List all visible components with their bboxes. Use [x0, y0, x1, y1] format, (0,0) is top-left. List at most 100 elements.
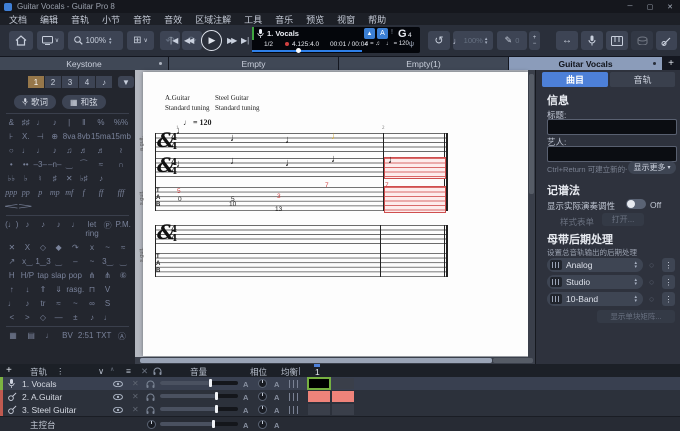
tab-number[interactable]: 5 — [177, 188, 181, 195]
palette-symbol[interactable]: ♩ — [33, 118, 48, 127]
count-in-icon[interactable]: ! — [391, 29, 393, 36]
palette-symbol[interactable]: ‿ — [62, 160, 77, 169]
show-pedalboard-button[interactable]: 显示单块矩阵... — [597, 310, 675, 323]
palette-symbol[interactable]: ♩ — [4, 299, 20, 308]
palette-symbol[interactable]: –n– — [47, 160, 61, 169]
palette-symbol[interactable]: H/P — [20, 271, 36, 280]
volume-slider[interactable] — [160, 394, 238, 398]
palette-symbol[interactable]: ▦ — [4, 331, 22, 342]
voice-1-button[interactable]: 1 — [28, 76, 44, 88]
pan-automation[interactable]: A — [274, 406, 279, 415]
horizontal-scrollbar[interactable] — [135, 357, 535, 364]
tab-number[interactable]: 7 — [325, 182, 329, 189]
tempo-button[interactable]: ♩ 100% ▴▾ — [453, 31, 493, 50]
kebab-menu[interactable]: ⋮ — [662, 275, 675, 289]
menu-item[interactable]: 视窗 — [337, 13, 355, 26]
new-tab-button[interactable]: + — [663, 57, 680, 70]
palette-symbol[interactable]: ff — [91, 188, 111, 197]
pan-knob[interactable] — [258, 379, 267, 388]
palette-symbol[interactable]: ⊕ — [47, 132, 61, 141]
chords-button[interactable]: ▦ 和弦 — [62, 95, 106, 109]
palette-symbol[interactable]: 3‿ — [100, 257, 116, 266]
tuning-a-toggle[interactable]: A — [377, 28, 388, 39]
palette-symbol[interactable]: ∞ — [84, 299, 100, 308]
tuner-button[interactable] — [656, 31, 677, 50]
close-button[interactable]: ✕ — [660, 0, 680, 13]
palette-symbol[interactable]: rasg. — [66, 285, 84, 294]
fx-selector[interactable]: 10-Band ▴▾ — [547, 292, 643, 306]
palette-symbol[interactable]: ♩ — [40, 331, 58, 342]
measure-cell[interactable] — [332, 404, 354, 415]
tab-song[interactable]: 曲目 — [542, 72, 608, 87]
palette-symbol[interactable]: ♩ — [33, 146, 48, 155]
progress-bar[interactable] — [252, 50, 362, 52]
artist-input[interactable] — [547, 146, 677, 162]
palette-symbol[interactable]: & — [4, 118, 18, 127]
scrollbar-thumb[interactable] — [529, 74, 534, 194]
master-pan-automation[interactable]: A — [274, 421, 279, 430]
palette-symbol[interactable]: ‿ — [115, 257, 131, 266]
value-stepper[interactable]: +− — [529, 31, 540, 50]
palette-symbol[interactable] — [47, 202, 61, 211]
palette-symbol[interactable]: ◆ — [51, 243, 67, 252]
fx-selector[interactable]: Analog ▴▾ — [547, 258, 643, 272]
headphones-icon[interactable] — [153, 367, 162, 375]
list-icon[interactable]: ≡ — [126, 366, 131, 376]
palette-symbol[interactable]: 1‿3 — [35, 257, 51, 266]
tab-number[interactable]: 10 — [229, 201, 236, 208]
minimize-button[interactable]: ─ — [620, 0, 640, 13]
palette-symbol[interactable]: ~ — [84, 257, 100, 266]
headphones-icon[interactable] — [146, 380, 155, 388]
palette-symbol[interactable]: ◇ — [35, 313, 51, 322]
skip-start-button[interactable]: |◀ — [170, 36, 178, 45]
power-icon[interactable]: ○ — [649, 260, 654, 270]
palette-symbol[interactable]: < — [4, 313, 20, 322]
palette-symbol[interactable]: % — [91, 118, 111, 127]
vocal-mode-button[interactable] — [581, 31, 603, 50]
palette-symbol[interactable]: ⊣ — [33, 132, 48, 141]
kebab-menu[interactable]: ⋮ — [662, 258, 675, 272]
master-row[interactable]: 主控台 A A — [0, 416, 680, 431]
palette-symbol[interactable]: ♯ — [47, 174, 61, 183]
drum-view-button[interactable] — [631, 31, 653, 50]
pan-knob[interactable] — [258, 392, 267, 401]
palette-symbol[interactable]: •• — [18, 160, 33, 169]
concert-pitch-toggle[interactable] — [626, 199, 646, 209]
master-gain-knob[interactable] — [147, 420, 156, 429]
palette-symbol[interactable] — [91, 202, 111, 211]
palette-symbol[interactable]: Χ — [20, 243, 36, 252]
eq-sliders-icon[interactable] — [289, 393, 299, 401]
palette-symbol[interactable]: BV — [58, 331, 76, 342]
palette-symbol[interactable] — [62, 202, 77, 211]
note[interactable]: ♩ — [176, 158, 187, 170]
palette-symbol[interactable]: p — [33, 188, 48, 197]
palette-symbol[interactable]: ♭ — [18, 174, 33, 183]
palette-symbol[interactable]: ♩ — [18, 146, 33, 155]
palette-symbol[interactable]: S — [100, 299, 116, 308]
menu-item[interactable]: 帮助 — [368, 13, 386, 26]
lyrics-button[interactable]: 歌词 — [14, 95, 56, 109]
palette-symbol[interactable]: ♩ — [100, 313, 116, 322]
palette-symbol[interactable]: ▤ — [22, 331, 40, 342]
palette-symbol[interactable]: 8va — [62, 132, 77, 141]
palette-symbol[interactable]: ✕ — [4, 243, 20, 252]
menu-item[interactable]: 工具 — [244, 13, 262, 26]
palette-symbol[interactable]: ⇑ — [35, 285, 51, 294]
track-row-vocals[interactable]: 1. Vocals ✕ A A — [0, 377, 680, 390]
tab-number[interactable]: 7 — [385, 182, 389, 189]
palette-symbol[interactable]: (♩) — [4, 220, 20, 238]
master-pan-knob[interactable] — [258, 420, 267, 429]
palette-symbol[interactable]: fff — [111, 188, 131, 197]
palette-symbol[interactable]: ⊓ — [84, 285, 100, 294]
add-track-button[interactable]: + — [6, 365, 12, 376]
file-tab-guitar-vocals[interactable]: Guitar Vocals — [509, 57, 663, 70]
palette-symbol[interactable]: mp — [47, 188, 61, 197]
note[interactable]: ♩ — [331, 153, 342, 165]
kebab-icon[interactable]: ⋮ — [56, 366, 65, 377]
palette-symbol[interactable]: ♭♭ — [4, 174, 18, 183]
palette-symbol[interactable]: ○ — [4, 146, 18, 155]
progress-thumb[interactable] — [296, 48, 301, 53]
palette-symbol[interactable]: ♮ — [33, 174, 48, 183]
palette-symbol[interactable]: ppp — [4, 188, 18, 197]
track-row-steelguitar[interactable]: 3. Steel Guitar ✕ A A — [0, 403, 680, 416]
